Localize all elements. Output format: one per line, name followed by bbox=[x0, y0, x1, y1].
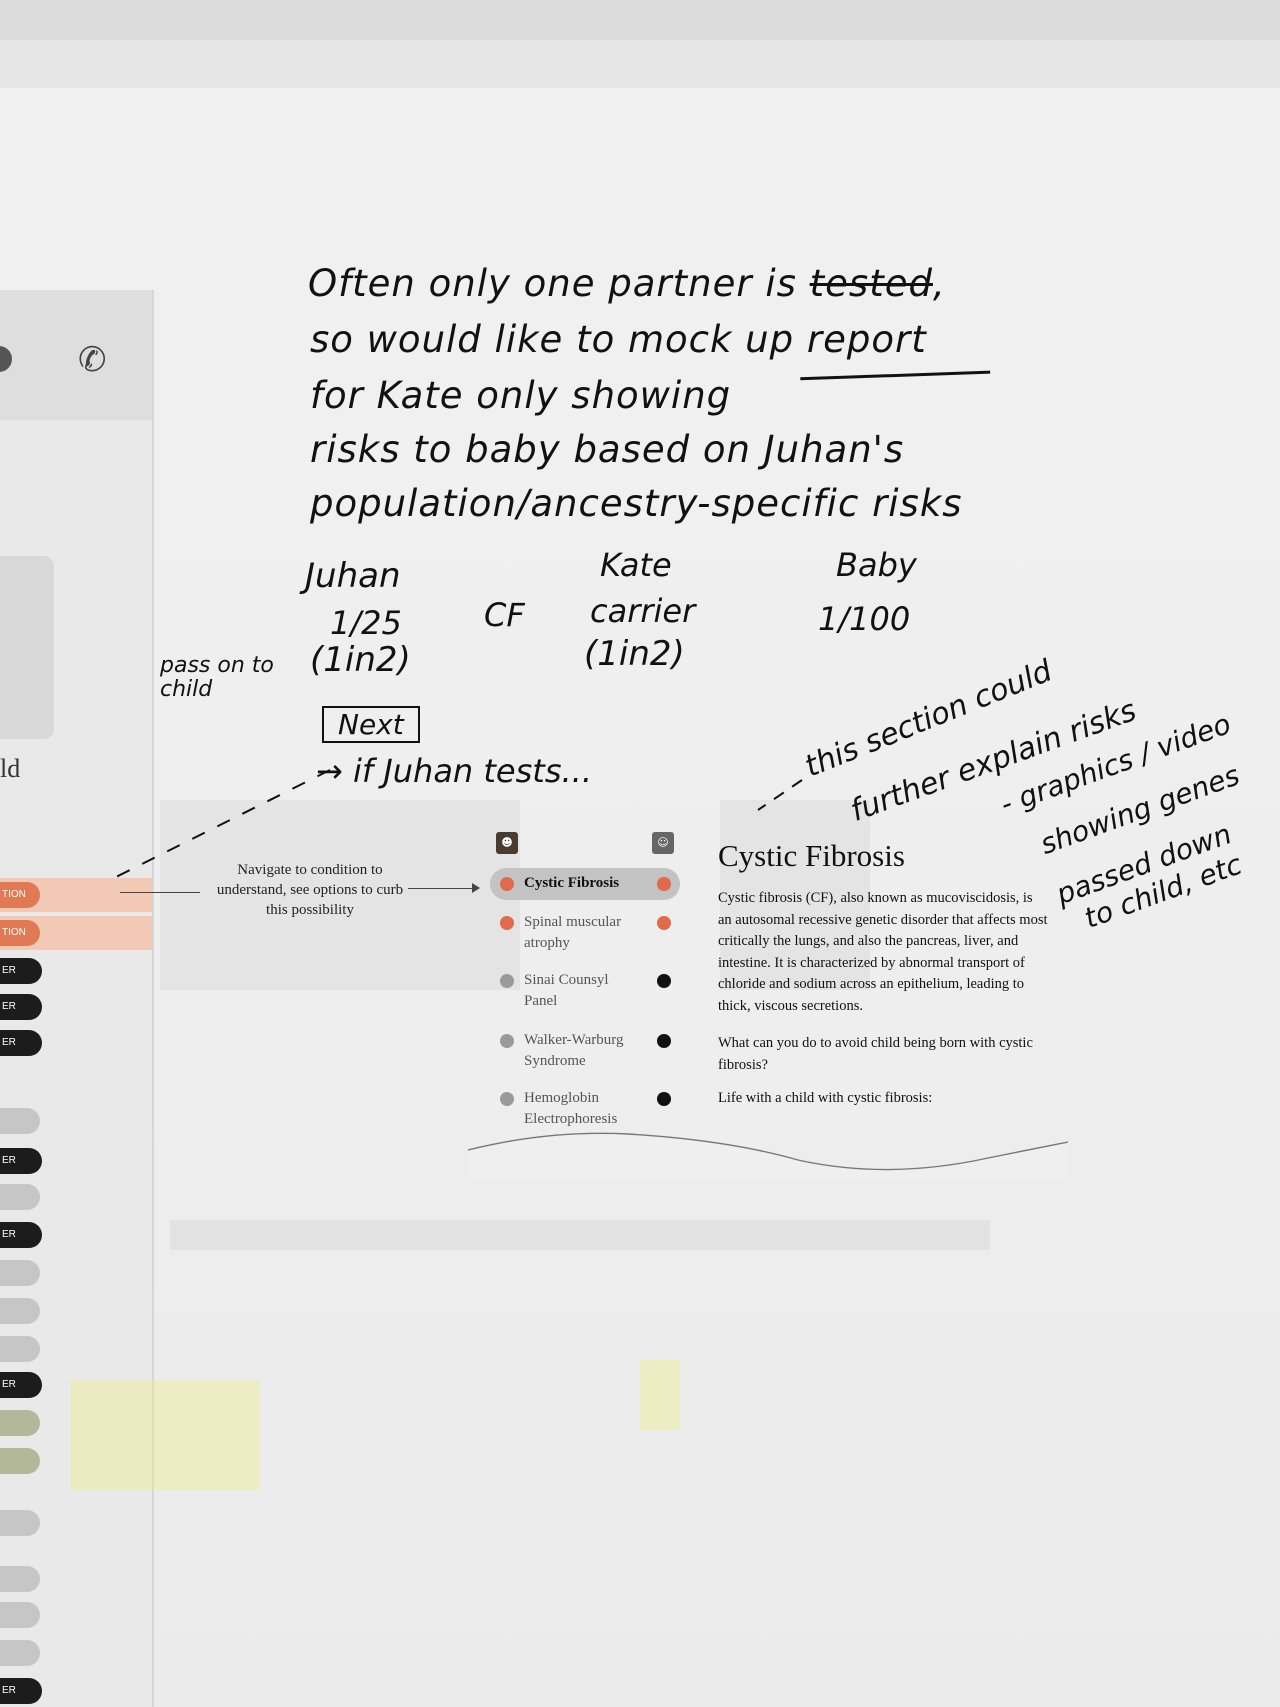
condition-label: Sinai Counsyl Panel bbox=[524, 972, 609, 1009]
pass-on-label: pass on to child bbox=[160, 653, 274, 702]
sidebar-partial-text: ld bbox=[0, 754, 21, 783]
sidebar-gray-pill[interactable] bbox=[0, 1298, 40, 1324]
sidebar-dark-pill[interactable]: ER bbox=[0, 958, 42, 984]
condition-item-spinal-muscular-atrophy[interactable]: Spinal muscular atrophy bbox=[490, 912, 680, 956]
if-tests-note: → if Juhan tests... bbox=[316, 752, 593, 790]
kate-ratio: (1in2) bbox=[584, 634, 685, 674]
detail-question[interactable]: What can you do to avoid child being bor… bbox=[718, 1033, 1048, 1076]
juhan-header: Juhan bbox=[305, 556, 401, 596]
condition-item-walker-warburg[interactable]: Walker-Warburg Syndrome bbox=[490, 1030, 680, 1074]
condition-list: ☻ ☺ Cystic Fibrosis Spinal muscular atro… bbox=[482, 826, 682, 1146]
callout-line-left bbox=[120, 892, 200, 893]
sidebar-gray-pill[interactable] bbox=[0, 1260, 40, 1286]
juhan-ratio: (1in2) bbox=[310, 640, 411, 680]
sidebar-gray-pill[interactable] bbox=[0, 1640, 40, 1666]
juhan-value: 1/25 bbox=[330, 604, 402, 642]
condition-item-sinai-counsyl-panel[interactable]: Sinai Counsyl Panel bbox=[490, 970, 680, 1014]
condition-label: Walker-Warburg Syndrome bbox=[524, 1032, 624, 1069]
baby-header: Baby bbox=[836, 546, 917, 584]
condition-label: CF bbox=[484, 596, 525, 634]
note-line-4: risks to baby based on Juhan's bbox=[310, 428, 905, 471]
note-line-5: population/ancestry-specific risks bbox=[310, 482, 963, 525]
sidebar-dark-pill[interactable]: ER bbox=[0, 994, 42, 1020]
sidebar-gray-pill[interactable] bbox=[0, 1184, 40, 1210]
callout-arrow bbox=[408, 888, 478, 889]
risk-dot-left bbox=[500, 974, 514, 988]
detail-body: Cystic fibrosis (CF), also known as muco… bbox=[718, 890, 1048, 1014]
risk-dot-left bbox=[500, 877, 514, 891]
sidebar-dark-pill[interactable]: ER bbox=[0, 1030, 42, 1056]
risk-dot-left bbox=[500, 1034, 514, 1048]
sidebar-olive-pill[interactable] bbox=[0, 1448, 40, 1474]
detail-life[interactable]: Life with a child with cystic fibrosis: bbox=[718, 1090, 1048, 1107]
sidebar-header bbox=[0, 290, 153, 420]
sidebar-dark-pill[interactable]: ER bbox=[0, 1678, 42, 1704]
sidebar-card bbox=[0, 556, 54, 739]
sidebar-dark-pill[interactable]: ER bbox=[0, 1372, 42, 1398]
sidebar-gray-pill[interactable] bbox=[0, 1602, 40, 1628]
sidebar-gray-pill[interactable] bbox=[0, 1510, 40, 1536]
show-through-highlight bbox=[640, 1360, 680, 1430]
kate-value: carrier bbox=[590, 592, 696, 630]
dashed-connector-right bbox=[757, 779, 803, 811]
condition-label: Spinal muscular atrophy bbox=[524, 914, 622, 951]
risk-dot-right bbox=[657, 974, 671, 988]
risk-dot-right bbox=[657, 1092, 671, 1106]
note-line-3: for Kate only showing bbox=[310, 374, 732, 417]
note-line-1: Often only one partner is tested, bbox=[308, 262, 946, 305]
risk-dot-right bbox=[657, 916, 671, 930]
risk-dot-right bbox=[657, 877, 671, 891]
kate-header: Kate bbox=[600, 546, 672, 584]
risk-dot-left bbox=[500, 1092, 514, 1106]
note-line-2: so would like to mock up report bbox=[310, 318, 927, 361]
arrow-head-icon bbox=[472, 883, 480, 893]
condition-detail: Cystic Fibrosis Cystic fibrosis (CF), al… bbox=[718, 838, 1048, 1107]
next-box[interactable]: Next bbox=[322, 706, 420, 743]
show-through-highlight bbox=[70, 1380, 260, 1490]
condition-label: Cystic Fibrosis bbox=[524, 875, 620, 891]
sidebar-gray-pill[interactable] bbox=[0, 1108, 40, 1134]
avatar-juhan[interactable]: ☻ bbox=[496, 832, 518, 854]
show-through-line bbox=[170, 1220, 990, 1250]
note-line: Often only one partner is tested, bbox=[308, 262, 946, 305]
phone-icon[interactable]: ✆ bbox=[78, 340, 107, 380]
struck-word: tested bbox=[809, 262, 933, 305]
sidebar-action-pill[interactable]: TION bbox=[0, 882, 40, 908]
sidebar-dark-pill[interactable]: ER bbox=[0, 1148, 42, 1174]
sidebar-divider bbox=[152, 290, 154, 1707]
sidebar-olive-pill[interactable] bbox=[0, 1410, 40, 1436]
callout-text: Navigate to condition to understand, see… bbox=[216, 862, 404, 918]
sidebar-action-pill[interactable]: TION bbox=[0, 920, 40, 946]
avatar-kate[interactable]: ☺ bbox=[652, 832, 674, 854]
risk-dot-left bbox=[500, 916, 514, 930]
sidebar-dark-pill[interactable]: ER bbox=[0, 1222, 42, 1248]
sidebar-gray-pill[interactable] bbox=[0, 1336, 40, 1362]
risk-dot-right bbox=[657, 1034, 671, 1048]
condition-item-cystic-fibrosis[interactable]: Cystic Fibrosis bbox=[490, 868, 680, 900]
baby-value: 1/100 bbox=[818, 600, 911, 638]
detail-title: Cystic Fibrosis bbox=[718, 838, 905, 873]
sidebar-gray-pill[interactable] bbox=[0, 1566, 40, 1592]
torn-edge bbox=[468, 1132, 1068, 1180]
